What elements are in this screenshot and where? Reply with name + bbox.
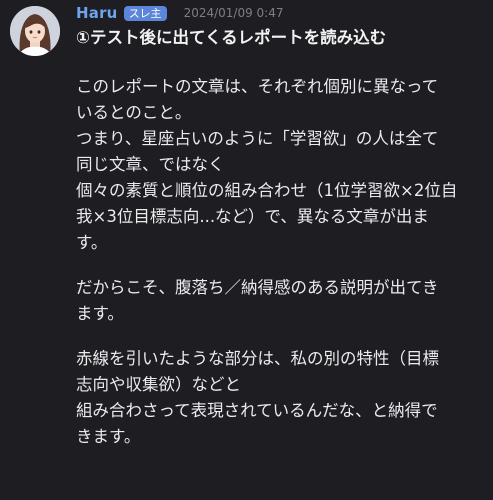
- text-line: 志向や収集欲）などと: [76, 375, 241, 394]
- post-header: Haru スレ主 2024/01/09 0:47: [76, 4, 284, 22]
- text-line: だからこそ、腹落ち／納得感のある説明が出てき: [76, 278, 439, 297]
- thread-owner-badge: スレ主: [123, 5, 167, 21]
- text-line: 同じ文章、ではなく: [76, 155, 225, 174]
- paragraph-3: 赤線を引いたような部分は、私の別の特性（目標 志向や収集欲）などと 組み合わさっ…: [76, 346, 481, 450]
- text-line: 赤線を引いたような部分は、私の別の特性（目標: [76, 349, 439, 368]
- post-timestamp: 2024/01/09 0:47: [183, 6, 284, 20]
- text-line: 我×3位目標志向...など）で、異なる文章が出ま: [76, 207, 429, 226]
- post: Haru スレ主 2024/01/09 0:47 ①テスト後に出てくるレポートを…: [0, 0, 493, 500]
- text-line: いるとのこと。: [76, 103, 192, 122]
- text-line: 組み合わさって表現されているんだな、と納得で: [76, 401, 438, 420]
- paragraph-1: このレポートの文章は、それぞれ個別に異なって いるとのこと。 つまり、星座占いの…: [76, 74, 481, 256]
- username-link[interactable]: Haru: [76, 4, 118, 22]
- avatar[interactable]: [10, 6, 60, 56]
- text-line: このレポートの文章は、それぞれ個別に異なって: [76, 77, 439, 96]
- text-line: きます。: [76, 427, 141, 446]
- post-body: このレポートの文章は、それぞれ個別に異なって いるとのこと。 つまり、星座占いの…: [76, 74, 481, 469]
- text-line: つまり、星座占いのように「学習欲」の人は全て: [76, 129, 439, 148]
- text-line: 個々の素質と順位の組み合わせ（1位学習欲×2位自: [76, 181, 458, 200]
- post-title: ①テスト後に出てくるレポートを読み込む: [76, 28, 387, 47]
- avatar-illustration-icon: [10, 6, 60, 56]
- text-line: ます。: [76, 304, 124, 323]
- paragraph-2: だからこそ、腹落ち／納得感のある説明が出てき ます。: [76, 275, 481, 327]
- text-line: す。: [76, 233, 108, 252]
